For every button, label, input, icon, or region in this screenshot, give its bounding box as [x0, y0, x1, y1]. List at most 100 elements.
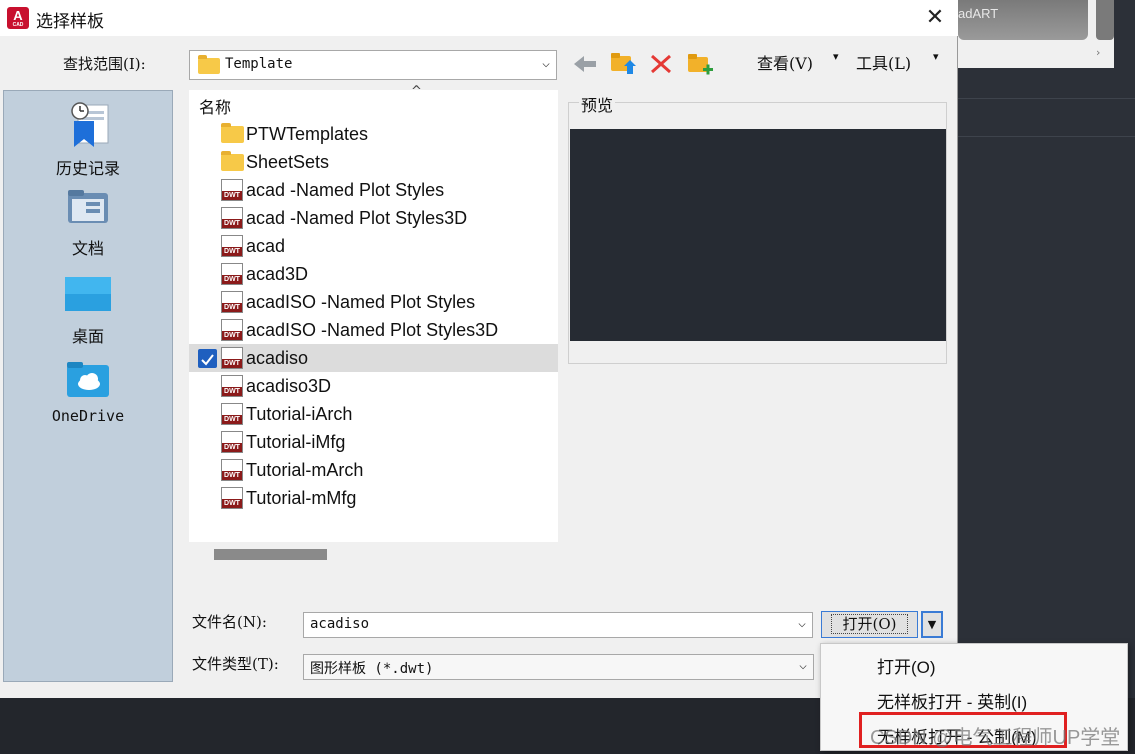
file-name: Tutorial-iArch	[246, 404, 353, 424]
lookin-label: 查找范围(I):	[63, 55, 146, 73]
horizontal-scrollbar[interactable]	[214, 549, 327, 560]
menu-item-open-no-template-imperial[interactable]: 无样板打开 - 英制(I)	[877, 688, 1027, 713]
background-divider	[958, 136, 1135, 137]
file-rows: PTWTemplates SheetSets DWT acad -Named Plot…	[189, 120, 558, 512]
open-button-label: 打开(O)	[831, 614, 908, 634]
file-row[interactable]: DWT acad3D	[189, 260, 558, 288]
dwt-file-icon: DWT	[221, 291, 243, 313]
delete-icon[interactable]	[650, 54, 672, 74]
close-button[interactable]: ✕	[915, 2, 955, 34]
file-name: acad	[246, 236, 286, 256]
background-thumbnail-2[interactable]	[1096, 0, 1114, 40]
file-row[interactable]: DWT acadiso	[189, 344, 558, 372]
file-name: Tutorial-iMfg	[246, 432, 346, 452]
tools-menu[interactable]: 工具(L)	[856, 50, 911, 74]
file-name: acad -Named Plot Styles3D	[246, 208, 468, 228]
file-name: Tutorial-mArch	[246, 460, 364, 480]
select-template-dialog: A CAD 选择样板 ✕ 查找范围(I): Template ⌵ 查看(V) ▾ …	[0, 0, 958, 698]
file-row[interactable]: DWT acadiso3D	[189, 372, 558, 400]
watermark: CSDN @电气工程师UP学堂	[870, 727, 1121, 749]
dwt-file-icon: DWT	[221, 375, 243, 397]
back-arrow-icon[interactable]	[572, 54, 598, 74]
file-name: SheetSets	[246, 152, 330, 172]
chevron-down-icon: ⌵	[542, 56, 550, 71]
background-thumbnail[interactable]: adART	[958, 0, 1088, 40]
dwt-file-icon: DWT	[221, 459, 243, 481]
place-label: 桌面	[71, 327, 104, 346]
file-name: acad3D	[246, 264, 309, 284]
views-dropdown-icon[interactable]: ▾	[833, 50, 839, 63]
dwt-file-icon: DWT	[221, 487, 243, 509]
new-folder-icon[interactable]	[687, 51, 713, 77]
lookin-value: Template	[225, 56, 293, 72]
onedrive-icon	[67, 362, 109, 397]
file-row[interactable]: SheetSets	[189, 148, 558, 176]
file-name: acad -Named Plot Styles	[246, 180, 445, 200]
filetype-label: 文件类型(T):	[192, 655, 279, 673]
preview-label: 预览	[579, 92, 616, 116]
title-bar: A CAD 选择样板 ✕	[0, 0, 958, 36]
file-name: acadISO -Named Plot Styles3D	[246, 320, 499, 340]
background-divider	[958, 98, 1135, 99]
place-label: 历史记录	[55, 159, 120, 178]
tools-dropdown-icon[interactable]: ▾	[933, 50, 939, 63]
open-options-dropdown-button[interactable]: ▼	[921, 611, 943, 638]
views-menu[interactable]: 查看(V)	[757, 50, 813, 74]
background-thumbnail-label: adART	[958, 6, 999, 21]
file-row[interactable]: DWT acad -Named Plot Styles	[189, 176, 558, 204]
column-header-name[interactable]: 名称	[199, 94, 231, 118]
file-row[interactable]: DWT Tutorial-iArch	[189, 400, 558, 428]
dialog-title: 选择样板	[36, 12, 104, 32]
folder-icon	[221, 123, 244, 143]
chevron-right-icon[interactable]: ›	[1096, 46, 1100, 59]
filename-value: acadiso	[310, 616, 370, 632]
preview-image	[570, 129, 946, 341]
filetype-select[interactable]: 图形样板 (*.dwt) ⌵	[303, 654, 814, 680]
file-name: PTWTemplates	[246, 124, 369, 144]
dwt-file-icon: DWT	[221, 319, 243, 341]
background-app	[958, 0, 1135, 754]
place-documents[interactable]: 文档	[4, 187, 172, 259]
filename-input[interactable]: acadiso ⌵	[303, 612, 813, 638]
file-row[interactable]: PTWTemplates	[189, 120, 558, 148]
place-desktop[interactable]: 桌面	[4, 275, 172, 347]
place-label: 文档	[71, 239, 104, 258]
chevron-down-icon[interactable]: ⌵	[798, 616, 806, 631]
menu-item-open[interactable]: 打开(O)	[877, 653, 936, 678]
open-button[interactable]: 打开(O)	[821, 611, 918, 638]
desktop-icon	[65, 277, 111, 311]
dwt-file-icon: DWT	[221, 403, 243, 425]
file-row[interactable]: DWT acad	[189, 232, 558, 260]
file-name: Tutorial-mMfg	[246, 488, 357, 508]
place-history[interactable]: 历史记录	[4, 99, 172, 179]
filetype-value: 图形样板 (*.dwt)	[310, 661, 434, 677]
file-name: acadiso3D	[246, 376, 332, 396]
dwt-file-icon: DWT	[221, 235, 243, 257]
file-row[interactable]: DWT acad -Named Plot Styles3D	[189, 204, 558, 232]
dwt-file-icon: DWT	[221, 263, 243, 285]
file-row[interactable]: DWT Tutorial-mArch	[189, 456, 558, 484]
up-folder-icon[interactable]	[610, 50, 636, 76]
file-row[interactable]: DWT acadISO -Named Plot Styles3D	[189, 316, 558, 344]
file-row[interactable]: DWT acadISO -Named Plot Styles	[189, 288, 558, 316]
lookin-select[interactable]: Template ⌵	[189, 50, 557, 80]
file-list[interactable]: 名称 ^ PTWTemplates SheetSets DWT acad -Named…	[189, 84, 558, 542]
autocad-app-icon: A CAD	[7, 7, 29, 29]
dwt-file-icon: DWT	[221, 207, 243, 229]
file-row[interactable]: DWT Tutorial-iMfg	[189, 428, 558, 456]
filename-label: 文件名(N):	[192, 613, 267, 631]
history-icon	[71, 102, 109, 147]
documents-icon	[68, 190, 108, 223]
places-bar: 历史记录 文档 桌面 OneDrive	[3, 90, 173, 682]
dwt-file-icon: DWT	[221, 431, 243, 453]
place-onedrive[interactable]: OneDrive	[4, 359, 172, 425]
chevron-down-icon: ⌵	[799, 658, 807, 673]
file-name: acadiso	[246, 348, 309, 368]
checkbox-checked-icon[interactable]	[198, 349, 217, 368]
dwt-file-icon: DWT	[221, 347, 243, 369]
sort-ascending-icon: ^	[411, 84, 422, 99]
folder-icon	[198, 55, 220, 74]
dwt-file-icon: DWT	[221, 179, 243, 201]
file-row[interactable]: DWT Tutorial-mMfg	[189, 484, 558, 512]
file-name: acadISO -Named Plot Styles	[246, 292, 476, 312]
